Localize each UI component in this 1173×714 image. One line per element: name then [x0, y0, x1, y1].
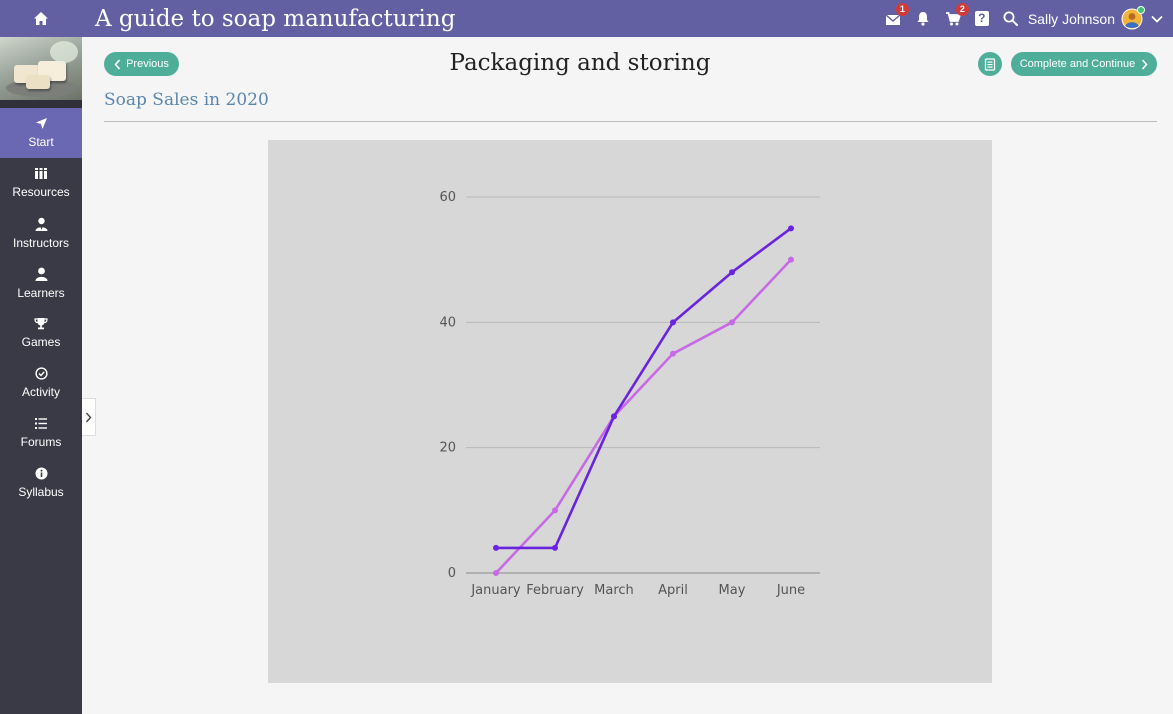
- y-tick-label: 20: [439, 441, 456, 456]
- sidebar-item-syllabus[interactable]: Syllabus: [0, 458, 82, 508]
- list-icon: [35, 418, 47, 429]
- chevron-right-icon: [85, 412, 92, 422]
- previous-button[interactable]: Previous: [104, 52, 179, 76]
- x-tick-label: January: [470, 583, 521, 598]
- info-icon: [35, 467, 47, 480]
- sidebar-item-instructors[interactable]: Instructors: [0, 208, 82, 258]
- books-icon: [35, 168, 47, 179]
- notes-button[interactable]: [978, 52, 1002, 76]
- help-icon: ?: [978, 11, 986, 25]
- data-point: [729, 319, 735, 326]
- home-icon: [34, 12, 48, 25]
- course-title: A guide to soap manufacturing: [95, 5, 456, 32]
- data-point: [611, 413, 617, 420]
- x-tick-label: February: [526, 583, 584, 598]
- sidebar-item-label: Games: [21, 335, 61, 349]
- series-line: [494, 227, 793, 550]
- sidebar-item-label: Activity: [21, 385, 60, 399]
- sales-line-chart: 0 20 40 60 January February March April May June: [439, 190, 820, 598]
- sidebar-item-games[interactable]: Games: [0, 308, 82, 358]
- notifications-button[interactable]: [915, 11, 931, 27]
- messages-badge: 1: [895, 2, 909, 16]
- sidebar-item-activity[interactable]: Activity: [0, 358, 82, 408]
- sidebar-item-label: Start: [28, 135, 54, 149]
- sidebar-item-start[interactable]: Start: [0, 108, 82, 158]
- data-point: [670, 319, 676, 326]
- x-tick-label: March: [594, 583, 634, 598]
- chevron-right-icon: [1142, 58, 1148, 70]
- notebook-icon: [984, 57, 996, 71]
- sidebar-item-label: Resources: [12, 185, 70, 199]
- y-tick-label: 60: [439, 190, 456, 205]
- course-thumbnail: [0, 37, 82, 100]
- sidebar-item-label: Syllabus: [18, 485, 64, 499]
- chevron-down-icon[interactable]: [1151, 15, 1163, 23]
- messages-button[interactable]: 1: [885, 2, 909, 27]
- search-button[interactable]: [1003, 11, 1019, 27]
- complete-and-continue-label: Complete and Continue: [1019, 58, 1136, 70]
- data-point: [729, 269, 735, 276]
- y-tick-label: 40: [439, 315, 456, 330]
- bell-icon: [917, 12, 929, 26]
- sidebar-item-label: Learners: [17, 285, 65, 300]
- chevron-left-icon: [114, 58, 121, 70]
- data-point: [788, 225, 794, 232]
- data-point: [493, 544, 499, 551]
- sidebar-toggle[interactable]: [82, 398, 96, 436]
- data-point: [552, 544, 558, 551]
- search-icon: [1003, 11, 1019, 26]
- sidebar-item-resources[interactable]: Resources: [0, 158, 82, 208]
- sidebar-item-learners[interactable]: Learners: [0, 258, 82, 308]
- series-line: [494, 258, 793, 575]
- help-button[interactable]: ?: [974, 11, 989, 26]
- data-point: [552, 507, 558, 514]
- cart-button[interactable]: 2: [945, 2, 969, 27]
- section-divider: [104, 121, 1157, 122]
- x-tick-label: May: [719, 583, 746, 598]
- section-title: Soap Sales in 2020: [104, 90, 269, 110]
- online-status-dot: [1137, 5, 1145, 14]
- sidebar-item-forums[interactable]: Forums: [0, 408, 82, 458]
- learner-icon: [35, 267, 47, 281]
- cart-badge: 2: [955, 2, 969, 16]
- chart-panel: 0 20 40 60 January February March April May June: [268, 140, 992, 683]
- home-button[interactable]: [0, 0, 82, 37]
- data-point: [788, 256, 794, 263]
- sidebar-item-label: Instructors: [12, 235, 69, 250]
- user-avatar[interactable]: [1121, 5, 1145, 30]
- page-title: Packaging and storing: [449, 50, 711, 76]
- x-tick-label: June: [776, 583, 805, 598]
- sidebar: Start Resources Instructors Learners Gam…: [0, 37, 82, 714]
- previous-button-label: Previous: [126, 58, 169, 70]
- user-name[interactable]: Sally Johnson: [1028, 11, 1115, 27]
- top-bar: A guide to soap manufacturing 1 2 ? Sall…: [0, 0, 1173, 37]
- navigation-arrow-icon: [35, 118, 47, 129]
- instructor-icon: [35, 217, 47, 231]
- x-tick-label: April: [658, 583, 688, 598]
- clock-icon: [34, 367, 48, 380]
- sidebar-item-label: Forums: [20, 435, 62, 449]
- top-right-tools: 1 2 ? Sally Johnson: [873, 0, 1163, 37]
- data-point: [670, 350, 676, 357]
- data-point: [493, 570, 499, 576]
- complete-and-continue-button[interactable]: Complete and Continue: [1011, 52, 1157, 76]
- trophy-icon: [34, 318, 48, 330]
- y-tick-label: 0: [448, 566, 456, 581]
